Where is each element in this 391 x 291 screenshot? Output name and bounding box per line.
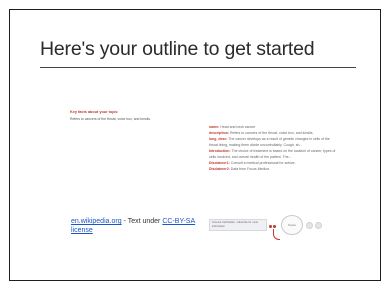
detail-key: description:	[209, 131, 230, 135]
dot-icon	[315, 222, 322, 229]
detail-value: The cancer develops as a result of genet…	[209, 137, 330, 147]
detail-key: Disclaimer2:	[209, 167, 230, 171]
attribution: en.wikipedia.org - Text under CC-BY-SA l…	[71, 217, 211, 235]
key-facts-text: Refers to cancers of the throat, voice b…	[70, 117, 151, 121]
embedded-preview: Immune Cell Model · subscribe for more i…	[209, 211, 329, 240]
pointer-arrow-icon	[273, 229, 280, 240]
source-link[interactable]: en.wikipedia.org	[71, 218, 122, 225]
detail-row: Introduction: The choice of treatment is…	[209, 148, 339, 160]
detail-row: Disclaimer2: Data from Focus Medica	[209, 166, 339, 172]
key-facts-block: Key facts about your topic Refers to can…	[70, 110, 190, 121]
title-underline	[40, 67, 356, 68]
detail-value: Refers to cancers of the throat, voice b…	[229, 131, 314, 135]
attribution-text: - Text under	[121, 218, 163, 225]
key-facts-heading: Key facts about your topic	[70, 110, 118, 114]
detail-key: long_desc:	[209, 137, 228, 141]
detail-row: long_desc: The cancer develops as a resu…	[209, 136, 339, 148]
slide-title: Here's your outline to get started	[40, 38, 315, 60]
detail-key: Introduction:	[209, 149, 231, 153]
detail-value: Data from Focus Medica	[229, 167, 269, 171]
dot-icon	[306, 222, 313, 229]
detail-value: Head and neck cancer	[219, 125, 256, 129]
preview-caption: Immune Cell Model · subscribe for more i…	[209, 219, 267, 231]
red-dot-icon	[273, 225, 276, 228]
detail-value: Consult a medical professional for advic…	[229, 161, 296, 165]
red-dot-icon	[269, 225, 272, 228]
slide: Here's your outline to get started Key f…	[9, 9, 381, 281]
detail-key: name:	[209, 125, 220, 129]
preview-circle-button[interactable]: Notes	[281, 215, 303, 235]
detail-key: Disclaimer1:	[209, 161, 230, 165]
details-block: name: Head and neck cancer description: …	[209, 124, 339, 172]
